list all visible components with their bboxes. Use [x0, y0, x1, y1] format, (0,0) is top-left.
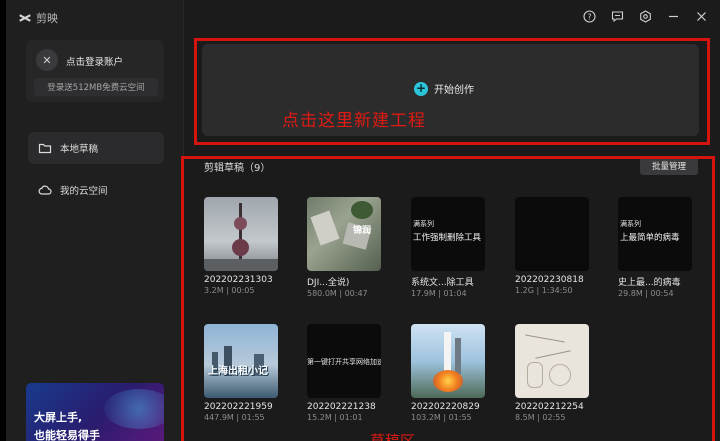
login-card[interactable]: ✕ 点击登录账户 登录送512MB免费云空间: [26, 40, 164, 102]
draft-meta: 29.8M | 00:54: [618, 289, 674, 298]
draft-card[interactable]: 202202230818 1.2G | 1:34:50: [515, 197, 589, 297]
draft-card[interactable]: 满系列 上最简单的病毒 史上最...的病毒 29.8M | 00:54: [618, 197, 692, 298]
app-title: 剪映: [18, 10, 58, 26]
start-creation-label: 开始创作: [434, 85, 474, 96]
avatar[interactable]: ✕: [36, 49, 58, 71]
draft-card[interactable]: 第一键打开共享网络加速 202202221238 15.2M | 01:01: [307, 324, 381, 424]
draft-meta: 8.5M | 02:55: [515, 413, 566, 422]
sketch-line: [535, 350, 571, 359]
start-creation-panel[interactable]: + 开始创作: [202, 44, 699, 136]
draft-thumbnail[interactable]: [411, 324, 485, 398]
draft-card[interactable]: 202202212254 8.5M | 02:55: [515, 324, 589, 424]
draft-meta: 1.2G | 1:34:50: [515, 286, 573, 295]
capcut-avatar-icon: ✕: [42, 53, 52, 67]
annotation-create: 点击这里新建工程: [282, 111, 426, 131]
close-icon[interactable]: [694, 9, 708, 23]
rocket: [444, 332, 451, 372]
app-window: 剪映 ✕ 点击登录账户 登录送512MB免费云空间 本地草稿 我的云空间 大屏上…: [6, 0, 720, 441]
draft-thumbnail[interactable]: 第一键打开共享网络加速: [307, 324, 381, 398]
draft-name: 202202231303: [204, 275, 273, 285]
draft-meta: 17.9M | 01:04: [411, 289, 467, 298]
sketch-line: [525, 334, 565, 343]
capcut-logo-icon: [18, 13, 32, 23]
promo-line-1: 大屏上手,: [34, 411, 83, 424]
draft-name: 史上最...的病毒: [618, 278, 681, 288]
draft-name: 202202221238: [307, 402, 376, 412]
building: [310, 210, 340, 246]
thumbnail-caption: 工作强制删除工具: [413, 233, 482, 243]
launch-tower: [455, 338, 461, 374]
thumbnail-caption: 满系列: [620, 220, 641, 228]
tower-sphere: [234, 217, 247, 230]
feedback-icon[interactable]: [610, 9, 624, 23]
rocket-flame: [433, 370, 463, 392]
minimize-icon[interactable]: [666, 9, 680, 23]
start-creation-button[interactable]: + 开始创作: [414, 81, 474, 96]
cloud-icon: [38, 183, 52, 197]
draft-name: 202202212254: [515, 402, 584, 412]
draft-thumbnail[interactable]: [515, 197, 589, 271]
svg-text:?: ?: [587, 12, 591, 21]
ground: [204, 259, 278, 271]
sidebar: 剪映 ✕ 点击登录账户 登录送512MB免费云空间 本地草稿 我的云空间 大屏上…: [6, 0, 184, 441]
thumbnail-caption: 锦润: [353, 226, 372, 236]
draft-meta: 447.9M | 01:55: [204, 413, 265, 422]
draft-name: 202202230818: [515, 275, 584, 285]
sidebar-item-cloud-space[interactable]: 我的云空间: [28, 174, 164, 206]
draft-thumbnail[interactable]: 锦润: [307, 197, 381, 271]
tree: [351, 201, 373, 219]
thumbnail-caption: 上海出租小记: [208, 366, 268, 377]
batch-manage-button[interactable]: 批量管理: [640, 157, 698, 175]
draft-meta: 15.2M | 01:01: [307, 413, 363, 422]
promo-decoration: [104, 389, 164, 429]
sidebar-item-label: 本地草稿: [60, 144, 99, 155]
annotation-drafts: 草稿区: [370, 432, 416, 441]
draft-card[interactable]: 上海出租小记 202202221959 447.9M | 01:55: [204, 324, 278, 424]
draft-card[interactable]: 202202220829 103.2M | 01:55: [411, 324, 485, 424]
draft-name: 202202220829: [411, 402, 480, 412]
thumbnail-caption: 满系列: [413, 220, 434, 228]
promo-banner[interactable]: 大屏上手, 也能轻易得手: [26, 383, 164, 441]
login-label[interactable]: 点击登录账户: [66, 54, 123, 68]
draft-thumbnail[interactable]: 满系列 工作强制删除工具: [411, 197, 485, 271]
thumbnail-caption: 第一键打开共享网络加速: [307, 358, 381, 366]
cloud-storage-offer[interactable]: 登录送512MB免费云空间: [34, 78, 158, 96]
settings-icon[interactable]: [638, 9, 652, 23]
draft-card[interactable]: 锦润 DJI...全说) 580.0M | 00:47: [307, 197, 381, 298]
folder-icon: [38, 141, 52, 155]
draft-thumbnail[interactable]: 满系列 上最简单的病毒: [618, 197, 692, 271]
sidebar-item-label: 我的云空间: [60, 186, 108, 197]
draft-card[interactable]: 202202231303 3.2M | 00:05: [204, 197, 278, 297]
draft-card[interactable]: 满系列 工作强制删除工具 系统文...除工具 17.9M | 01:04: [411, 197, 485, 298]
plus-icon: +: [414, 80, 428, 96]
promo-line-2: 也能轻易得手: [34, 429, 100, 441]
sketch-shape: [549, 364, 571, 386]
draft-thumbnail[interactable]: 上海出租小记: [204, 324, 278, 398]
app-title-text: 剪映: [36, 12, 58, 25]
sidebar-item-local-drafts[interactable]: 本地草稿: [28, 132, 164, 164]
tower-sphere: [232, 239, 249, 256]
thumbnail-caption: 上最简单的病毒: [620, 233, 680, 243]
draft-thumbnail[interactable]: [515, 324, 589, 398]
draft-meta: 580.0M | 00:47: [307, 289, 368, 298]
sketch-shape: [527, 362, 543, 388]
help-icon[interactable]: ?: [582, 9, 596, 23]
draft-meta: 103.2M | 01:55: [411, 413, 472, 422]
draft-name: DJI...全说): [307, 278, 350, 288]
draft-name: 系统文...除工具: [411, 278, 474, 288]
titlebar-controls: ?: [582, 9, 708, 23]
drafts-title: 剪辑草稿（9）: [204, 163, 271, 174]
draft-thumbnail[interactable]: [204, 197, 278, 271]
draft-meta: 3.2M | 00:05: [204, 286, 255, 295]
draft-name: 202202221959: [204, 402, 273, 412]
